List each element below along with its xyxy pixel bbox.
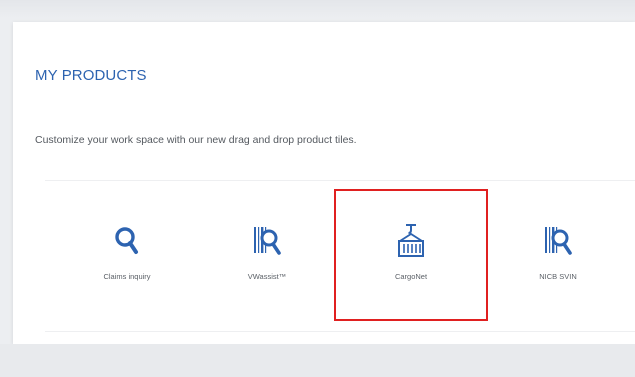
section-title: MY PRODUCTS [35,67,147,84]
search-icon [112,224,142,258]
barcode-search-icon [252,224,282,258]
my-products-card: MY PRODUCTS Customize your work space wi… [13,22,635,344]
barcode-search-icon [543,224,573,258]
product-tiles: Claims inquiry VWassist™ CargoNet NICB S… [45,180,635,332]
section-description: Customize your work space with our new d… [35,134,357,146]
product-tile-cargonet[interactable]: CargoNet [334,189,488,321]
page: MY PRODUCTS Customize your work space wi… [0,0,635,377]
page-footer-band [0,344,635,377]
product-tile-vwassist[interactable]: VWassist™ [197,181,337,331]
product-tile-claims-inquiry[interactable]: Claims inquiry [57,181,197,331]
product-label: Claims inquiry [103,272,151,281]
product-tile-nicb-svin[interactable]: NICB SVIN [488,181,628,331]
product-label: VWassist™ [247,272,287,281]
product-label: NICB SVIN [539,272,577,281]
cargo-container-icon [396,224,426,258]
product-label: CargoNet [394,272,428,281]
